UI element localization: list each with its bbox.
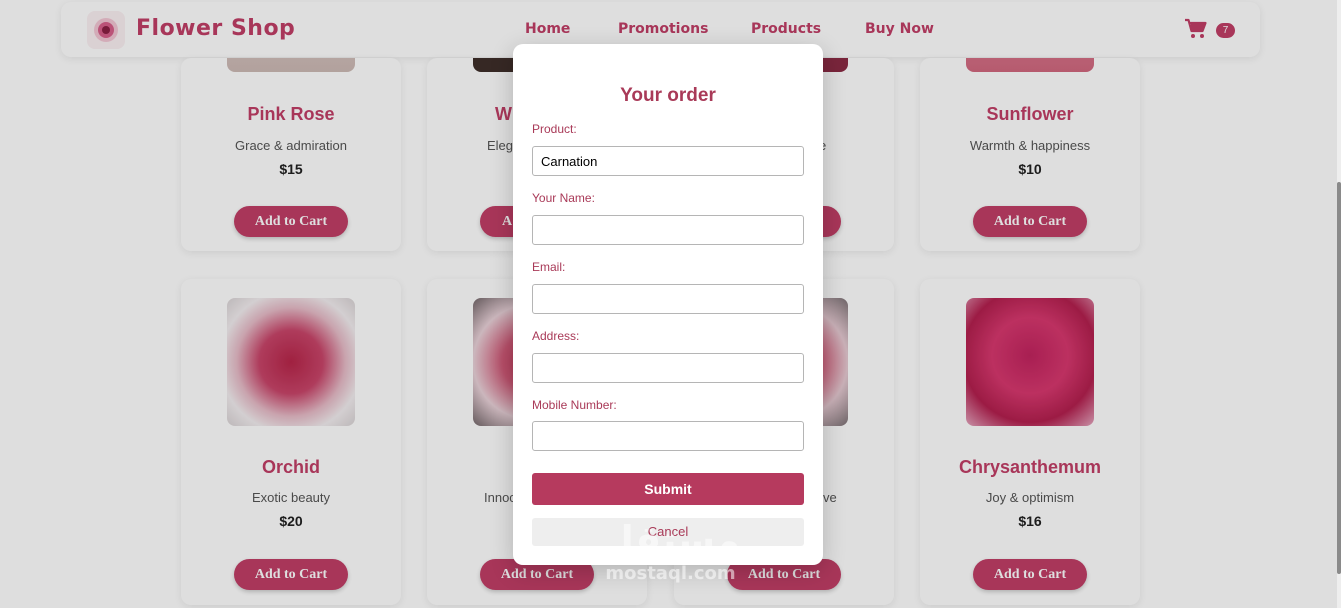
order-modal: Your order Product: Your Name: Email: Ad… — [513, 44, 823, 565]
modal-title: Your order — [620, 85, 716, 106]
page: Flower Shop Home Promotions Products Buy… — [0, 0, 1341, 608]
cancel-button[interactable]: Cancel — [532, 518, 804, 546]
email-label: Email: — [532, 260, 566, 274]
address-label: Address: — [532, 329, 580, 343]
mobile-field[interactable] — [532, 421, 804, 451]
product-label: Product: — [532, 122, 577, 136]
product-field[interactable] — [532, 146, 804, 176]
submit-button[interactable]: Submit — [532, 473, 804, 505]
name-field[interactable] — [532, 215, 804, 245]
name-label: Your Name: — [532, 191, 595, 205]
address-field[interactable] — [532, 353, 804, 383]
mobile-label: Mobile Number: — [532, 398, 617, 412]
email-field[interactable] — [532, 284, 804, 314]
scrollbar-thumb[interactable] — [1337, 182, 1341, 574]
page-scrollbar[interactable] — [1337, 0, 1341, 608]
